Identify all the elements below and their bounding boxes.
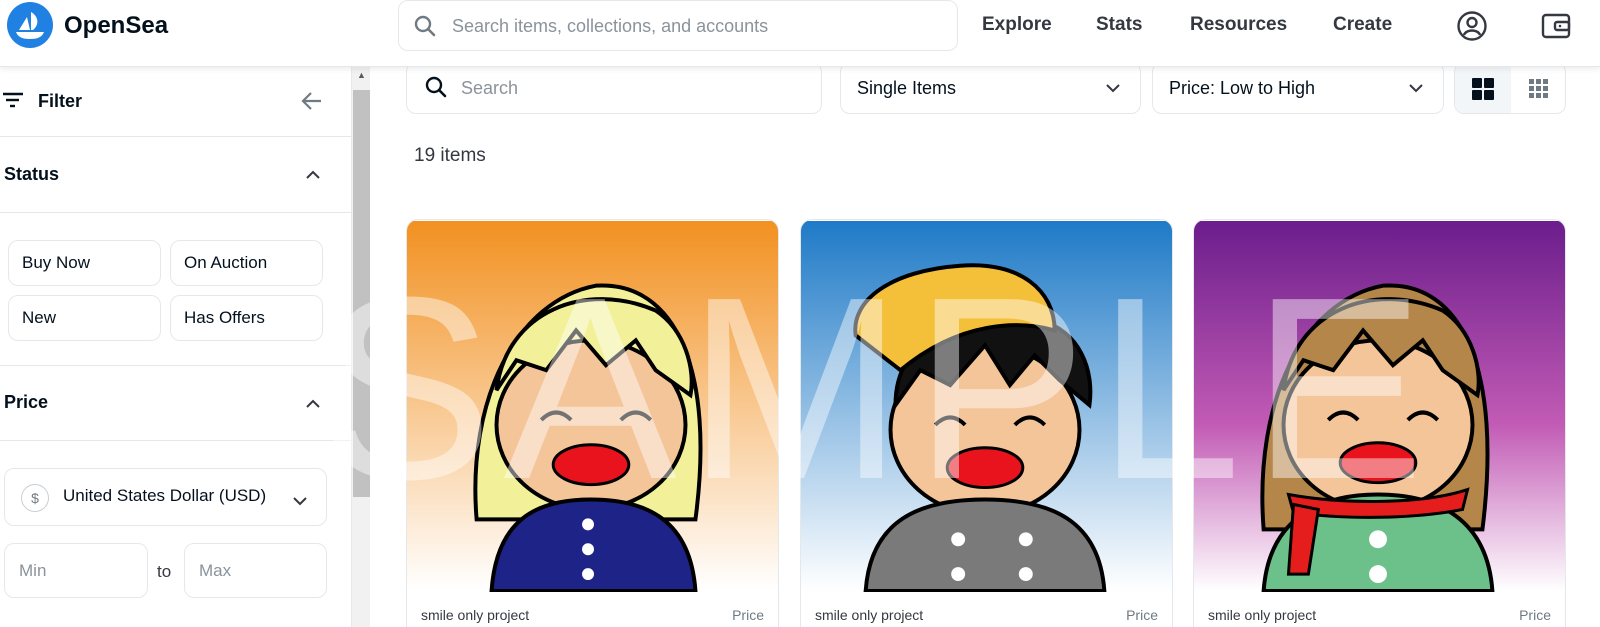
nav-resources[interactable]: Resources <box>1190 14 1287 36</box>
search-icon <box>424 75 448 104</box>
nft-card[interactable]: smile only project Price <box>1193 219 1566 627</box>
price-to-label: to <box>157 562 172 581</box>
brand-name[interactable]: OpenSea <box>64 12 168 40</box>
grid-view-toggle <box>1454 62 1566 114</box>
status-has-offers-button[interactable]: Has Offers <box>170 295 323 341</box>
status-section-header[interactable]: Status <box>0 137 352 213</box>
sort-select[interactable]: Price: Low to High <box>1152 62 1444 114</box>
search-icon <box>413 14 437 43</box>
item-type-value: Single Items <box>857 78 957 98</box>
opensea-logo-icon[interactable] <box>7 2 53 48</box>
nft-image <box>801 220 1172 592</box>
chevron-down-icon <box>292 493 308 511</box>
nft-image <box>407 220 778 592</box>
card-price-label: Price <box>732 607 764 623</box>
global-search-input[interactable]: Search items, collections, and accounts <box>398 0 958 51</box>
chevron-up-icon[interactable] <box>305 396 321 414</box>
chevron-down-icon <box>1104 79 1122 102</box>
currency-value: United States Dollar (USD) <box>63 486 267 505</box>
items-search-input[interactable]: Search <box>406 62 822 114</box>
nft-image <box>1194 220 1565 592</box>
filter-icon <box>2 91 24 114</box>
currency-select[interactable]: $ United States Dollar (USD) <box>4 468 327 526</box>
sort-value: Price: Low to High <box>1169 78 1316 98</box>
collapse-sidebar-arrow-icon[interactable] <box>300 89 324 118</box>
status-buy-now-button[interactable]: Buy Now <box>8 240 161 286</box>
card-collection-name[interactable]: smile only project <box>815 607 923 623</box>
status-new-button[interactable]: New <box>8 295 161 341</box>
filter-title: Filter <box>38 91 83 111</box>
nav-stats[interactable]: Stats <box>1096 14 1142 36</box>
chevron-up-icon[interactable] <box>305 167 321 185</box>
items-search-placeholder: Search <box>461 78 519 98</box>
card-price-label: Price <box>1519 607 1551 623</box>
profile-icon[interactable] <box>1456 10 1488 47</box>
scroll-up-arrow-icon[interactable]: ▲ <box>357 70 366 80</box>
price-max-input[interactable]: Max <box>184 543 327 598</box>
nav-create[interactable]: Create <box>1333 14 1392 36</box>
card-collection-name[interactable]: smile only project <box>421 607 529 623</box>
card-collection-name[interactable]: smile only project <box>1208 607 1316 623</box>
top-header: OpenSea Search items, collections, and a… <box>0 0 1600 67</box>
small-grid-icon <box>1529 79 1549 104</box>
price-title: Price <box>4 392 49 412</box>
global-search-placeholder: Search items, collections, and accounts <box>452 16 769 36</box>
sidebar-scrollbar-thumb[interactable] <box>353 90 370 497</box>
filter-header: Filter <box>0 67 352 137</box>
large-grid-button[interactable] <box>1455 63 1511 113</box>
dollar-icon: $ <box>21 484 49 512</box>
status-options: Buy Now On Auction New Has Offers <box>0 213 352 366</box>
status-on-auction-button[interactable]: On Auction <box>170 240 323 286</box>
nav-explore[interactable]: Explore <box>982 14 1052 36</box>
nft-card[interactable]: smile only project Price <box>406 219 779 627</box>
card-price-label: Price <box>1126 607 1158 623</box>
large-grid-icon <box>1472 78 1494 105</box>
item-count: 19 items <box>414 145 486 166</box>
small-grid-button[interactable] <box>1511 63 1565 113</box>
price-section-header[interactable]: Price <box>0 366 352 441</box>
chevron-down-icon <box>1407 79 1425 102</box>
status-title: Status <box>4 164 60 184</box>
wallet-icon[interactable] <box>1540 10 1572 47</box>
item-type-select[interactable]: Single Items <box>840 62 1141 114</box>
price-min-input[interactable]: Min <box>4 543 148 598</box>
nft-card[interactable]: smile only project Price <box>800 219 1173 627</box>
